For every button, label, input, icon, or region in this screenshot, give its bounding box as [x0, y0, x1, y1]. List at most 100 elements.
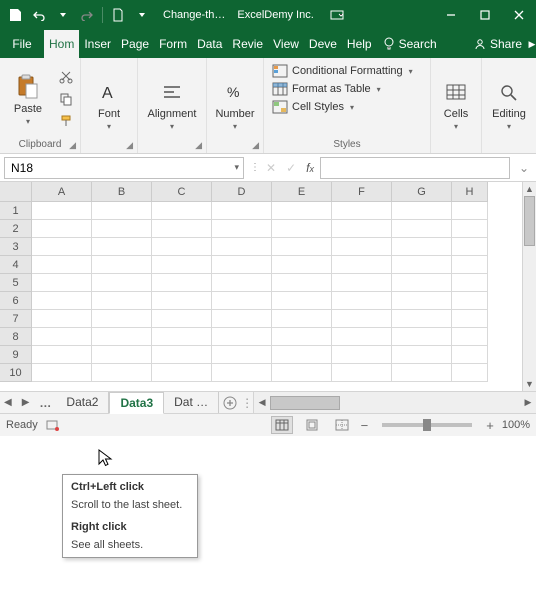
expand-formula-bar-icon[interactable]: ⌄	[516, 161, 532, 175]
conditional-formatting-button[interactable]: Conditional Formatting▾	[268, 63, 426, 79]
zoom-out-icon[interactable]: −	[361, 418, 369, 433]
column-header[interactable]: C	[152, 182, 212, 202]
cell[interactable]	[452, 238, 488, 256]
tab-deve[interactable]: Deve	[304, 30, 342, 58]
normal-view-icon[interactable]	[271, 416, 293, 434]
undo-dropdown-icon[interactable]	[52, 4, 74, 26]
cell[interactable]	[152, 346, 212, 364]
macro-record-icon[interactable]	[46, 419, 60, 431]
cell[interactable]	[272, 220, 332, 238]
zoom-level[interactable]: 100%	[502, 419, 530, 431]
cell[interactable]	[32, 346, 92, 364]
cell[interactable]	[272, 202, 332, 220]
cell[interactable]	[332, 220, 392, 238]
cell[interactable]	[152, 256, 212, 274]
tab-form[interactable]: Form	[154, 30, 192, 58]
cell[interactable]	[392, 256, 452, 274]
cell[interactable]	[32, 238, 92, 256]
cell[interactable]	[32, 364, 92, 382]
cell[interactable]	[392, 292, 452, 310]
scroll-right-icon[interactable]: ▶	[520, 392, 536, 414]
cell[interactable]	[212, 292, 272, 310]
cell[interactable]	[152, 292, 212, 310]
cell[interactable]	[92, 364, 152, 382]
cell[interactable]	[152, 202, 212, 220]
dialog-launcher-icon[interactable]: ◢	[69, 140, 76, 151]
scroll-left-icon[interactable]: ◀	[254, 392, 270, 414]
row-header[interactable]: 8	[0, 328, 32, 346]
tab-page[interactable]: Page	[116, 30, 154, 58]
new-file-icon[interactable]	[107, 4, 129, 26]
redo-icon[interactable]	[76, 4, 98, 26]
cell[interactable]	[392, 220, 452, 238]
format-painter-icon[interactable]	[56, 111, 76, 131]
cell[interactable]	[92, 202, 152, 220]
fx-icon[interactable]: fx	[306, 161, 314, 175]
row-header[interactable]: 2	[0, 220, 32, 238]
cell[interactable]	[92, 346, 152, 364]
cell[interactable]	[152, 310, 212, 328]
cancel-icon[interactable]: ✕	[266, 161, 276, 175]
cell[interactable]	[332, 238, 392, 256]
cell[interactable]	[32, 256, 92, 274]
scroll-up-icon[interactable]: ▲	[523, 182, 536, 196]
maximize-button[interactable]	[468, 0, 502, 30]
scroll-thumb[interactable]	[270, 396, 340, 410]
column-header[interactable]: H	[452, 182, 488, 202]
cell[interactable]	[392, 238, 452, 256]
cell[interactable]	[452, 346, 488, 364]
row-header[interactable]: 4	[0, 256, 32, 274]
scroll-down-icon[interactable]: ▼	[523, 377, 536, 391]
cell[interactable]	[212, 310, 272, 328]
cell[interactable]	[392, 274, 452, 292]
cell[interactable]	[452, 328, 488, 346]
cell[interactable]	[92, 292, 152, 310]
cell[interactable]	[332, 292, 392, 310]
chevron-down-icon[interactable]: ▾	[234, 162, 239, 173]
zoom-slider[interactable]	[382, 423, 472, 427]
dialog-launcher-icon[interactable]: ◢	[195, 140, 202, 151]
cell[interactable]	[92, 310, 152, 328]
cell[interactable]	[152, 328, 212, 346]
cell[interactable]	[92, 238, 152, 256]
new-sheet-button[interactable]	[219, 392, 241, 413]
tabs-overflow-icon[interactable]: ▶	[528, 30, 536, 58]
minimize-button[interactable]	[434, 0, 468, 30]
cell[interactable]	[272, 238, 332, 256]
cell[interactable]	[392, 202, 452, 220]
cell[interactable]	[272, 346, 332, 364]
dialog-launcher-icon[interactable]: ◢	[252, 140, 259, 151]
font-button[interactable]: A Font ▾	[85, 69, 133, 141]
alignment-button[interactable]: Alignment ▾	[142, 69, 202, 141]
cell[interactable]	[452, 220, 488, 238]
zoom-in-icon[interactable]: +	[486, 418, 494, 433]
row-header[interactable]: 7	[0, 310, 32, 328]
cell[interactable]	[152, 220, 212, 238]
cell[interactable]	[272, 310, 332, 328]
row-header[interactable]: 6	[0, 292, 32, 310]
number-button[interactable]: % Number ▾	[211, 69, 259, 141]
column-header[interactable]: D	[212, 182, 272, 202]
sheet-tab[interactable]: Dat …	[164, 391, 219, 413]
paste-button[interactable]: Paste ▾	[4, 63, 52, 135]
cell[interactable]	[92, 328, 152, 346]
cell[interactable]	[332, 274, 392, 292]
cell[interactable]	[152, 274, 212, 292]
sheet-tab[interactable]: Data3	[109, 392, 164, 414]
tab-revie[interactable]: Revie	[227, 30, 268, 58]
cell[interactable]	[392, 346, 452, 364]
select-all-corner[interactable]	[0, 182, 32, 202]
tab-scroll-left-icon[interactable]: ◀	[4, 397, 12, 408]
cell[interactable]	[332, 256, 392, 274]
cell[interactable]	[332, 346, 392, 364]
cell[interactable]	[452, 256, 488, 274]
row-header[interactable]: 3	[0, 238, 32, 256]
cell[interactable]	[212, 274, 272, 292]
cell[interactable]	[452, 292, 488, 310]
tab-inser[interactable]: Inser	[79, 30, 116, 58]
cell[interactable]	[272, 274, 332, 292]
cell[interactable]	[92, 220, 152, 238]
page-layout-view-icon[interactable]	[301, 416, 323, 434]
tab-nav-ellipsis[interactable]: …	[39, 396, 52, 410]
enter-icon[interactable]: ✓	[286, 161, 296, 175]
